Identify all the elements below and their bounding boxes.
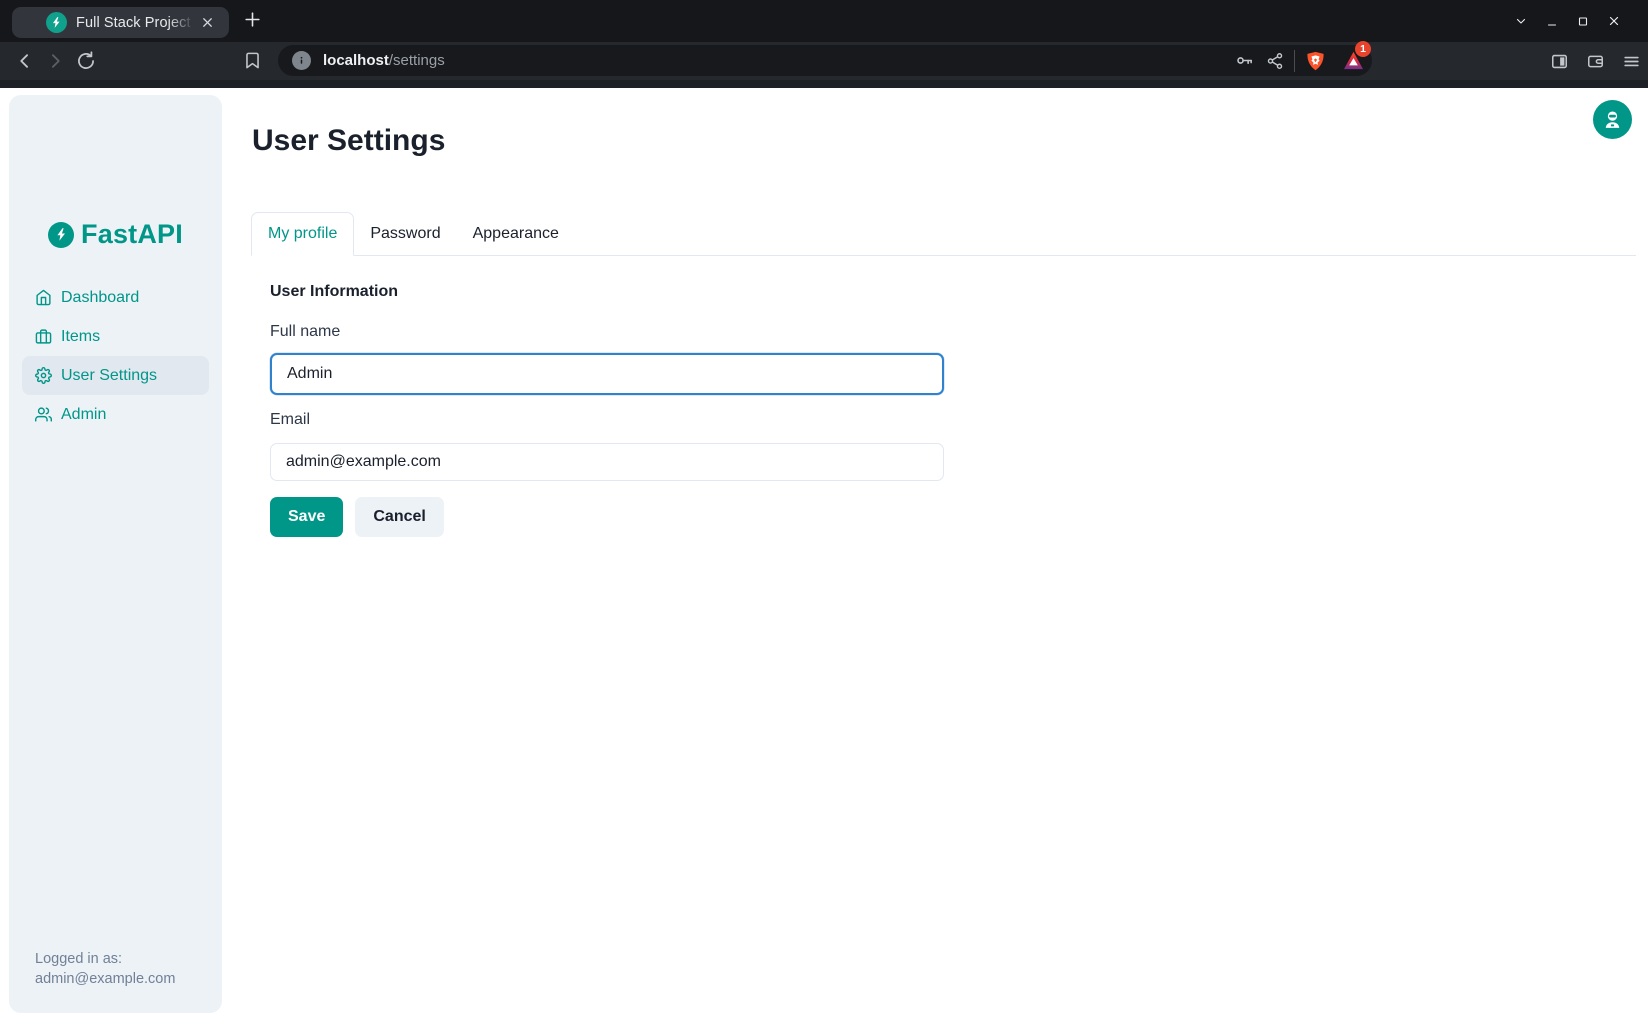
email-input[interactable]	[270, 443, 944, 481]
full-name-label: Full name	[270, 323, 340, 341]
browser-window: Full Stack Project Genera	[0, 0, 1648, 1025]
sidebar-panel-icon[interactable]	[1550, 52, 1569, 71]
sidebar-nav: Dashboard Items User Settings Admin	[9, 278, 222, 434]
fastapi-logo: FastAPI	[9, 219, 222, 250]
app-sidebar: FastAPI Dashboard Items User Settings	[9, 95, 222, 1013]
sidebar-item-items[interactable]: Items	[22, 317, 209, 356]
sidebar-item-dashboard[interactable]: Dashboard	[22, 278, 209, 317]
sidebar-item-label: Admin	[61, 406, 106, 424]
window-close-icon[interactable]	[1608, 15, 1620, 27]
wallet-icon[interactable]	[1586, 52, 1605, 71]
sidebar-item-admin[interactable]: Admin	[22, 395, 209, 434]
maximize-icon[interactable]	[1577, 15, 1589, 27]
browser-toolbar: localhost/settings 1	[0, 42, 1648, 80]
tab-label: Appearance	[473, 225, 559, 243]
back-arrow-icon[interactable]	[15, 51, 35, 71]
form-buttons: Save Cancel	[270, 497, 444, 537]
browser-tab-bar: Full Stack Project Genera	[0, 0, 1648, 42]
sidebar-item-label: Dashboard	[61, 289, 139, 307]
tab-appearance[interactable]: Appearance	[457, 212, 575, 255]
address-bar[interactable]: localhost/settings 1	[278, 45, 1372, 76]
logged-in-email: admin@example.com	[35, 969, 175, 989]
sidebar-item-user-settings[interactable]: User Settings	[22, 356, 209, 395]
logged-in-label: Logged in as:	[35, 949, 175, 969]
hamburger-menu-icon[interactable]	[1622, 52, 1641, 71]
new-tab-button[interactable]	[243, 10, 262, 29]
bookmark-icon[interactable]	[243, 51, 262, 70]
save-button[interactable]: Save	[270, 497, 343, 537]
share-icon[interactable]	[1266, 52, 1284, 70]
chrome-bottom-strip	[0, 80, 1648, 88]
briefcase-icon	[35, 328, 52, 345]
brave-rewards-button[interactable]: 1	[1343, 51, 1364, 70]
url-path: /settings	[389, 52, 445, 69]
rewards-badge: 1	[1355, 41, 1371, 57]
tab-close-icon[interactable]	[200, 15, 215, 30]
users-icon	[35, 406, 52, 423]
key-icon[interactable]	[1235, 51, 1254, 70]
email-label: Email	[270, 411, 310, 429]
toolbar-right-icons	[1550, 42, 1641, 80]
forward-arrow-icon[interactable]	[45, 51, 65, 71]
tab-search-chevron-down-icon[interactable]	[1515, 15, 1527, 27]
browser-tab[interactable]: Full Stack Project Genera	[12, 7, 229, 38]
cancel-button[interactable]: Cancel	[355, 497, 443, 537]
sidebar-footer: Logged in as: admin@example.com	[35, 949, 175, 989]
page-title: User Settings	[252, 124, 445, 158]
section-title: User Information	[270, 283, 398, 301]
fastapi-favicon-icon	[46, 12, 67, 33]
minimize-icon[interactable]	[1546, 15, 1558, 27]
tab-label: My profile	[268, 225, 337, 243]
gear-icon	[35, 367, 52, 384]
toolbar-divider	[1294, 50, 1295, 72]
site-info-icon[interactable]	[292, 51, 311, 70]
url-text: localhost/settings	[323, 52, 445, 69]
sidebar-item-label: Items	[61, 328, 100, 346]
sidebar-item-label: User Settings	[61, 367, 157, 385]
tab-my-profile[interactable]: My profile	[251, 212, 354, 256]
fastapi-bolt-icon	[48, 222, 74, 248]
reload-icon[interactable]	[76, 51, 96, 71]
brave-shield-icon[interactable]	[1305, 50, 1326, 72]
logo-text: FastAPI	[81, 219, 183, 250]
settings-tabs: My profile Password Appearance	[251, 212, 1636, 256]
home-icon	[35, 289, 52, 306]
tab-label: Password	[370, 225, 440, 243]
window-controls	[1515, 0, 1620, 42]
tab-title: Full Stack Project Genera	[76, 14, 194, 32]
astronaut-icon	[1602, 109, 1623, 130]
url-host: localhost	[323, 52, 389, 69]
user-menu-button[interactable]	[1593, 100, 1632, 139]
full-name-input[interactable]	[270, 353, 944, 395]
tab-password[interactable]: Password	[354, 212, 456, 255]
